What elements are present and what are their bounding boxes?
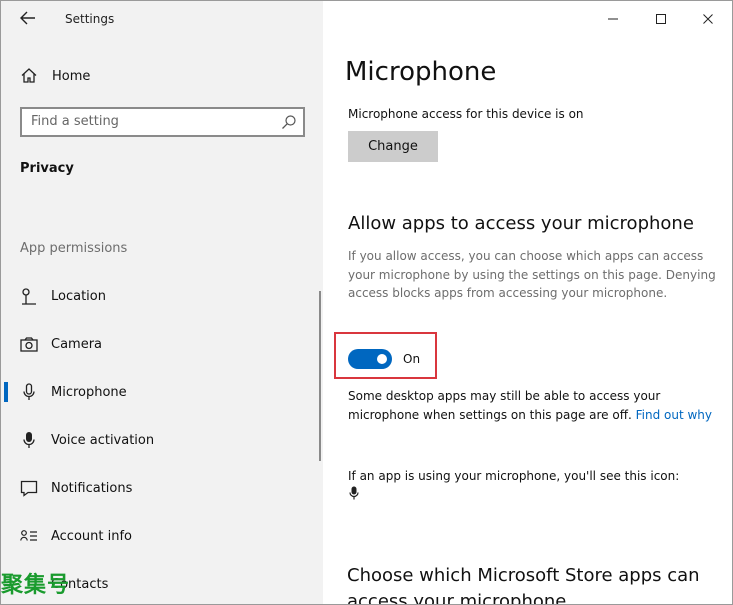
camera-icon [19, 334, 39, 354]
sidebar-item-account-info[interactable]: Account info [1, 516, 323, 556]
maximize-button[interactable] [647, 7, 675, 31]
sidebar-item-location[interactable]: Location [1, 276, 323, 316]
main-content: Microphone Microphone access for this de… [323, 1, 732, 604]
toggle-knob [377, 354, 387, 364]
search-icon [282, 115, 296, 129]
sidebar: Settings Home Privacy App permissions Lo… [1, 1, 323, 604]
sidebar-scrollbar[interactable] [319, 291, 321, 461]
microphone-icon [19, 382, 39, 402]
sidebar-item-label: Account info [51, 528, 133, 544]
selection-indicator [4, 382, 8, 402]
app-permissions-heading: App permissions [20, 241, 128, 256]
allow-apps-description: If you allow access, you can choose whic… [348, 249, 716, 300]
mic-in-use-note: If an app is using your microphone, you'… [348, 469, 680, 483]
search-input[interactable] [31, 114, 271, 129]
page-title: Microphone [345, 57, 497, 87]
allow-apps-toggle[interactable] [348, 349, 392, 369]
location-icon [19, 286, 39, 306]
sidebar-item-voice-activation[interactable]: Voice activation [1, 420, 323, 460]
account-info-icon [19, 526, 39, 546]
settings-window: Settings Home Privacy App permissions Lo… [0, 0, 733, 605]
maximize-icon [656, 14, 666, 24]
store-apps-heading: Choose which Microsoft Store apps can ac… [347, 565, 700, 605]
window-title: Settings [65, 12, 115, 26]
back-button[interactable] [18, 8, 38, 28]
minimize-icon [608, 18, 618, 20]
sidebar-item-label: Camera [51, 336, 103, 352]
section-title-privacy: Privacy [20, 161, 74, 176]
allow-apps-heading: Allow apps to access your microphone [348, 213, 694, 234]
sidebar-item-label: Location [51, 288, 106, 304]
change-button[interactable]: Change [348, 131, 438, 162]
minimize-button[interactable] [599, 7, 627, 31]
device-access-status: Microphone access for this device is on [348, 107, 584, 121]
desktop-apps-note: Some desktop apps may still be able to a… [348, 387, 718, 424]
find-out-why-link[interactable]: Find out why [636, 408, 712, 422]
sidebar-item-label: Voice activation [51, 432, 155, 448]
toggle-state-label: On [403, 352, 421, 366]
microphone-in-use-icon [349, 486, 359, 500]
home-nav-item[interactable]: Home [20, 67, 90, 85]
sidebar-item-microphone[interactable]: Microphone [1, 372, 323, 412]
home-label: Home [52, 68, 91, 84]
home-icon [21, 68, 37, 83]
sidebar-item-label: Notifications [51, 480, 133, 496]
search-box[interactable] [20, 107, 305, 137]
sidebar-item-camera[interactable]: Camera [1, 324, 323, 364]
sidebar-item-notifications[interactable]: Notifications [1, 468, 323, 508]
voice-activation-icon [19, 430, 39, 450]
notifications-icon [19, 478, 39, 498]
sidebar-item-label: Microphone [51, 384, 127, 400]
close-button[interactable] [694, 7, 722, 31]
close-icon [703, 14, 713, 24]
desktop-apps-note-text: Some desktop apps may still be able to a… [348, 389, 661, 422]
back-arrow-icon [20, 11, 35, 25]
watermark-text: 聚集号 [1, 573, 71, 598]
